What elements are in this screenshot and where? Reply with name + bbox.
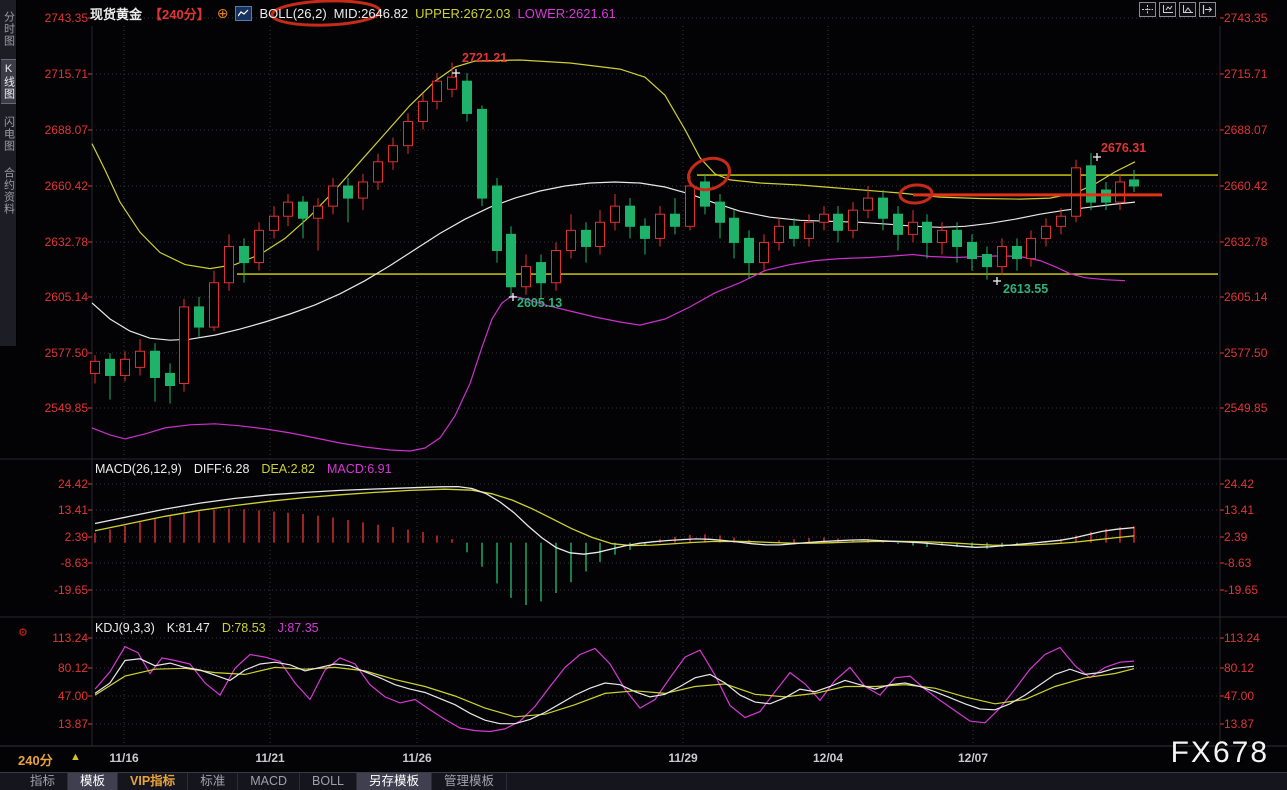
kline-chart-icon[interactable] (235, 6, 252, 21)
boll-lower-value: LOWER:2621.61 (518, 6, 616, 21)
expand-icon[interactable]: ⊕ (217, 5, 229, 22)
macd-axis-label-right: 13.41 (1224, 503, 1254, 517)
kdj-panel-header: KDJ(9,3,3) K:81.47 D:78.53 J:87.35 (95, 621, 319, 635)
macd-macd-value: MACD:6.91 (327, 462, 392, 476)
kdj-axis-label-right: 47.00 (1224, 689, 1254, 703)
symbol-name: 现货黄金 (90, 4, 142, 23)
kdj-axis-label-left: 113.24 (18, 631, 88, 645)
chart-header: 现货黄金 【240分】 ⊕ BOLL(26,2) MID:2646.82 UPP… (90, 0, 616, 26)
price-axis-label-left: 2577.50 (18, 346, 88, 360)
fx678-watermark: FX678 (1171, 736, 1269, 770)
trading-app: 分时图 K线图 闪电图 合约资料 现货黄金 【240分】 ⊕ BOLL(26,2… (0, 0, 1287, 790)
sidebar-item-timeshare[interactable]: 分时图 (1, 8, 16, 50)
annotation-high-2721: 2721.21 (462, 51, 507, 65)
kdj-d-value: D:78.53 (222, 621, 266, 635)
date-label: 11/16 (109, 751, 138, 765)
indicator-settings-icon[interactable]: ⚙ (18, 626, 28, 639)
kdj-j-value: J:87.35 (278, 621, 319, 635)
axis-scale-left-icon[interactable] (1159, 2, 1176, 17)
boll-upper-value: UPPER:2672.03 (415, 6, 510, 21)
axis-scale-right-icon[interactable] (1179, 2, 1196, 17)
tab-boll[interactable]: BOLL (300, 773, 357, 790)
tab-manage-template[interactable]: 管理模板 (432, 773, 507, 790)
price-axis-label-left: 2660.42 (18, 179, 88, 193)
macd-axis-label-left: -19.65 (18, 583, 88, 597)
crosshair-tool-icon[interactable] (1139, 2, 1156, 17)
tab-templates[interactable]: 模板 (68, 773, 118, 790)
kdj-axis-label-left: 80.12 (18, 661, 88, 675)
macd-axis-label-right: 24.42 (1224, 477, 1254, 491)
sidebar-item-contract-info[interactable]: 合约资料 (1, 164, 16, 218)
pan-right-icon[interactable] (1199, 2, 1216, 17)
price-axis-label-right: 2605.14 (1224, 290, 1267, 304)
sidebar-item-lightning[interactable]: 闪电图 (1, 113, 16, 155)
annotation-low-2605: 2605.13 (517, 296, 562, 310)
price-axis-label-right: 2688.07 (1224, 123, 1267, 137)
collapse-arrow-icon[interactable]: ▲ (70, 751, 81, 763)
macd-axis-label-right: -8.63 (1224, 556, 1251, 570)
price-axis-label-left: 2632.78 (18, 235, 88, 249)
macd-axis-label-right: 2.39 (1224, 530, 1247, 544)
macd-axis-label-right: -19.65 (1224, 583, 1258, 597)
date-label: 12/04 (813, 751, 843, 765)
tab-macd[interactable]: MACD (238, 773, 300, 790)
tab-standard[interactable]: 标准 (188, 773, 238, 790)
kdj-axis-label-right: 13.87 (1224, 717, 1254, 731)
chart-canvas (0, 0, 1287, 790)
price-axis-label-left: 2743.35 (18, 11, 88, 25)
macd-axis-label-left: 13.41 (18, 503, 88, 517)
price-axis-label-right: 2577.50 (1224, 346, 1267, 360)
macd-axis-label-left: 24.42 (18, 477, 88, 491)
macd-panel-header: MACD(26,12,9) DIFF:6.28 DEA:2.82 MACD:6.… (95, 462, 392, 476)
price-axis-label-right: 2549.85 (1224, 401, 1267, 415)
bottom-toolbar: 指标 模板 VIP指标 标准 MACD BOLL 另存模板 管理模板 (0, 772, 1287, 790)
macd-title[interactable]: MACD(26,12,9) (95, 462, 182, 476)
price-axis-label-right: 2632.78 (1224, 235, 1267, 249)
price-axis-label-left: 2549.85 (18, 401, 88, 415)
kdj-axis-label-right: 113.24 (1224, 631, 1260, 645)
tab-indicators[interactable]: 指标 (18, 773, 68, 790)
kdj-k-value: K:81.47 (167, 621, 210, 635)
kdj-axis-label-left: 13.87 (18, 717, 88, 731)
price-axis-label-left: 2715.71 (18, 67, 88, 81)
price-axis-label-left: 2688.07 (18, 123, 88, 137)
tab-vip-indicators[interactable]: VIP指标 (118, 773, 188, 790)
macd-axis-label-left: -8.63 (18, 556, 88, 570)
boll-mid-value: MID:2646.82 (334, 6, 408, 21)
timeframe-label[interactable]: 240分 (18, 750, 53, 769)
chart-type-sidebar: 分时图 K线图 闪电图 合约资料 (0, 0, 17, 346)
chart-toolbar (1139, 2, 1216, 17)
indicator-name[interactable]: BOLL(26,2) (259, 6, 326, 21)
macd-dea-value: DEA:2.82 (261, 462, 315, 476)
annotation-high-2676: 2676.31 (1101, 141, 1146, 155)
price-axis-label-right: 2743.35 (1224, 11, 1267, 25)
price-axis-label-right: 2715.71 (1224, 67, 1267, 81)
kdj-axis-label-right: 80.12 (1224, 661, 1254, 675)
date-label: 11/21 (255, 751, 284, 765)
tab-save-template[interactable]: 另存模板 (357, 773, 432, 790)
date-label: 12/07 (958, 751, 988, 765)
macd-diff-value: DIFF:6.28 (194, 462, 250, 476)
date-label: 11/29 (668, 751, 697, 765)
annotation-low-2613: 2613.55 (1003, 282, 1048, 296)
macd-axis-label-left: 2.39 (18, 530, 88, 544)
period-badge: 【240分】 (149, 4, 210, 23)
sidebar-item-kline[interactable]: K线图 (1, 59, 16, 104)
date-label: 11/26 (402, 751, 431, 765)
price-axis-label-right: 2660.42 (1224, 179, 1267, 193)
kdj-axis-label-left: 47.00 (18, 689, 88, 703)
price-axis-label-left: 2605.14 (18, 290, 88, 304)
kdj-title[interactable]: KDJ(9,3,3) (95, 621, 155, 635)
